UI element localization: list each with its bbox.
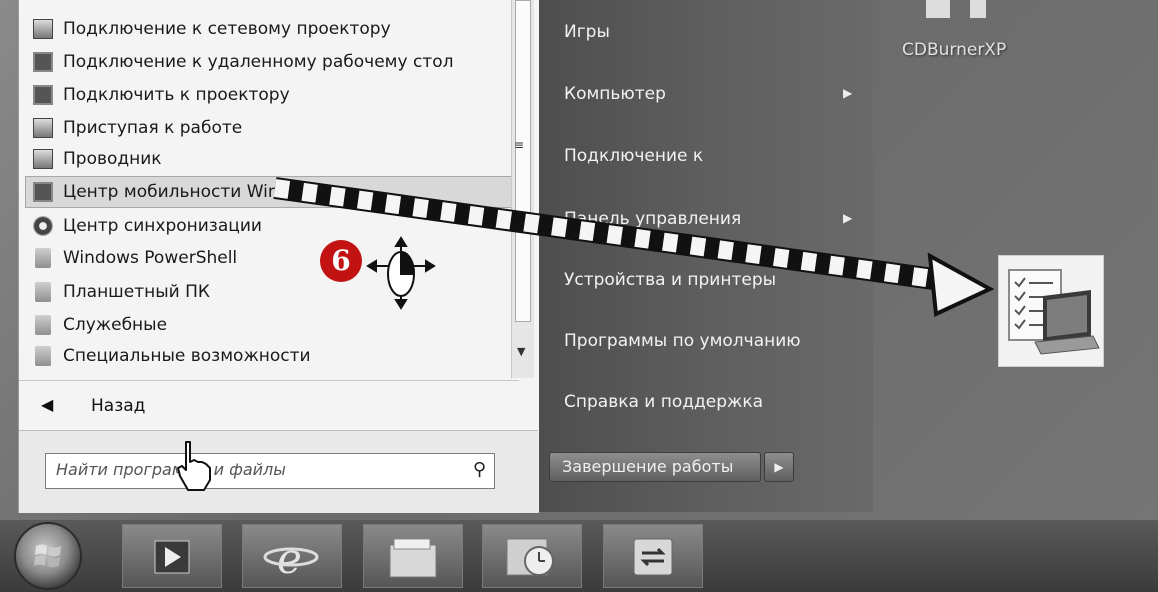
list-item-label: Специальные возможности: [63, 346, 311, 366]
internet-explorer-taskbar-button[interactable]: e: [242, 524, 342, 588]
list-item[interactable]: Проводник: [33, 144, 511, 174]
desktop-icon-label[interactable]: CDBurnerXP: [902, 40, 1006, 60]
list-item[interactable]: Подключить к проектору: [33, 80, 511, 110]
list-item-label: Проводник: [63, 149, 162, 169]
folder-icon: [35, 315, 51, 335]
search-icon[interactable]: ⚲: [473, 459, 486, 480]
shutdown-label: Завершение работы: [562, 457, 734, 476]
media-player-taskbar-button[interactable]: [122, 524, 222, 588]
hand-cursor-icon: [177, 441, 211, 491]
list-item-label: Подключение к сетевому проектору: [63, 19, 391, 39]
submenu-arrow-icon: ▶: [843, 211, 853, 225]
list-item[interactable]: Подключение к удаленному рабочему стол: [33, 47, 511, 77]
list-item[interactable]: Специальные возможности: [33, 341, 511, 371]
network-projector-icon: [33, 19, 53, 39]
shutdown-options-arrow-icon[interactable]: ▶: [764, 452, 794, 482]
back-arrow-icon: ◀: [41, 395, 54, 414]
scrollbar-grip-icon: ≡: [514, 138, 525, 152]
list-item[interactable]: Центр синхронизации: [33, 211, 511, 241]
shutdown-button[interactable]: Завершение работы: [549, 452, 761, 482]
remote-desktop-icon: [33, 52, 53, 72]
explorer-taskbar-button[interactable]: [363, 524, 463, 588]
back-button[interactable]: ◀ Назад: [19, 380, 519, 431]
list-item-label: Windows PowerShell: [63, 248, 238, 268]
program-list: Подключение к сетевому проектору Подключ…: [19, 0, 514, 378]
scroll-down-arrow-icon[interactable]: ▼: [517, 345, 525, 358]
right-item-games[interactable]: Игры: [564, 22, 610, 42]
search-box[interactable]: ⚲: [45, 453, 495, 489]
list-item[interactable]: Windows PowerShell: [33, 243, 511, 273]
back-label: Назад: [91, 396, 146, 416]
right-item-control-panel[interactable]: Панель управления: [564, 209, 741, 229]
projector-icon: [33, 85, 53, 105]
getting-started-icon: [33, 118, 53, 138]
list-item-label: Подключение к удаленному рабочему стол: [63, 52, 454, 72]
outlook-taskbar-button[interactable]: [482, 524, 582, 588]
right-item-default-programs[interactable]: Программы по умолчанию: [564, 331, 801, 351]
list-item-label: Приступая к работе: [63, 118, 243, 138]
sync-center-icon: [33, 216, 53, 236]
mobility-center-icon: [33, 182, 53, 202]
right-item-help-support[interactable]: Справка и поддержка: [564, 392, 763, 412]
taskbar: e: [0, 520, 1158, 592]
start-menu-right-pane: Игры Компьютер ▶ Подключение к Панель уп…: [539, 0, 873, 512]
folder-icon: [35, 346, 51, 366]
folder-icon: [35, 248, 51, 268]
folder-icon: [35, 282, 51, 302]
search-input[interactable]: [56, 460, 456, 479]
start-menu-left-pane: Подключение к сетевому проектору Подключ…: [18, 0, 540, 513]
start-orb[interactable]: [14, 522, 82, 590]
cdburnerxp-icon[interactable]: [926, 0, 1006, 18]
list-item-label: Центр мобильности Windows: [63, 182, 323, 202]
list-item[interactable]: Планшетный ПК: [33, 277, 511, 307]
explorer-folder-icon: [33, 149, 53, 169]
sync-taskbar-button[interactable]: [603, 524, 703, 588]
mobility-center-shortcut-icon[interactable]: [998, 255, 1104, 367]
svg-text:e: e: [277, 534, 302, 583]
list-item[interactable]: Служебные: [33, 310, 511, 340]
list-item-label: Центр синхронизации: [63, 216, 262, 236]
list-item-label: Служебные: [63, 315, 168, 335]
step-number-badge: 6: [320, 240, 362, 282]
right-item-devices-printers[interactable]: Устройства и принтеры: [564, 270, 776, 290]
search-area: ⚲: [19, 430, 538, 513]
list-item-label: Планшетный ПК: [63, 282, 210, 302]
list-item[interactable]: Подключение к сетевому проектору: [33, 14, 511, 44]
submenu-arrow-icon: ▶: [843, 86, 853, 100]
list-item-label: Подключить к проектору: [63, 85, 290, 105]
list-item[interactable]: Приступая к работе: [33, 113, 511, 143]
program-list-scrollbar[interactable]: ≡ ▼: [511, 0, 534, 378]
right-item-computer[interactable]: Компьютер: [564, 84, 666, 104]
list-item-highlighted[interactable]: Центр мобильности Windows: [25, 176, 514, 208]
scrollbar-thumb[interactable]: [515, 0, 531, 322]
right-item-connect-to[interactable]: Подключение к: [564, 146, 703, 166]
move-cursor-icon: [366, 236, 436, 310]
